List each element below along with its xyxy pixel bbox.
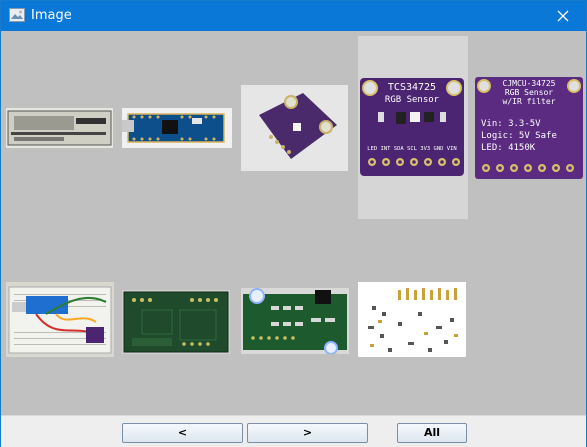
led-label: LED: 4150K	[481, 143, 536, 153]
thumbnail-cell[interactable]	[238, 271, 349, 381]
thumbnail-cell-selected[interactable]: TCS34725 RGB Sensor LED INT SDA SCL 3V3 …	[358, 36, 468, 219]
thumbnail-image	[241, 85, 348, 171]
thumbnail-cell[interactable]	[4, 73, 114, 183]
thumbnail-grid: TCS34725 RGB Sensor LED INT SDA SCL 3V3 …	[1, 31, 586, 415]
thumbnail-image	[122, 108, 232, 148]
thumbnail-image	[6, 282, 114, 357]
thumbnail-image	[6, 108, 113, 148]
ir-filter-label: w/IR filter	[503, 97, 556, 106]
thumbnail-cell[interactable]	[121, 271, 231, 381]
thumbnail-image: TCS34725 RGB Sensor LED INT SDA SCL 3V3 …	[360, 78, 464, 176]
rgb-sensor-label: RGB Sensor	[505, 88, 553, 97]
all-button[interactable]: All	[397, 423, 467, 443]
vin-label: Vin: 3.3-5V	[481, 119, 541, 129]
navigation-bar: < > All	[1, 415, 586, 447]
thumbnail-cell[interactable]	[238, 73, 348, 183]
thumbnail-cell[interactable]	[4, 271, 114, 381]
tcs34725-label: TCS34725	[388, 82, 436, 93]
thumbnail-image	[122, 290, 230, 354]
image-window: Image TCS34725 RGB Sensor LED INT SDA SC…	[0, 0, 587, 447]
thumbnail-cell[interactable]: CJMCU-34725 RGB Sensor w/IR filter Vin: …	[474, 73, 584, 183]
title-bar: Image	[1, 1, 586, 31]
previous-button[interactable]: <	[122, 423, 243, 443]
pin-labels: LED INT SDA SCL 3V3 GND VIN	[367, 146, 456, 152]
image-icon	[9, 8, 25, 22]
thumbnail-image: CJMCU-34725 RGB Sensor w/IR filter Vin: …	[475, 77, 583, 179]
thumbnail-cell[interactable]	[121, 73, 232, 183]
thumbnail-cell[interactable]	[358, 271, 468, 381]
close-button[interactable]	[540, 1, 586, 31]
thumbnail-image	[241, 288, 349, 354]
cjmcu-label: CJMCU-34725	[503, 79, 556, 88]
thumbnail-image	[358, 282, 466, 357]
logic-label: Logic: 5V Safe	[481, 131, 557, 141]
close-icon	[557, 10, 569, 22]
next-button[interactable]: >	[247, 423, 368, 443]
rgb-sensor-label: RGB Sensor	[385, 95, 440, 105]
window-title: Image	[31, 8, 72, 23]
